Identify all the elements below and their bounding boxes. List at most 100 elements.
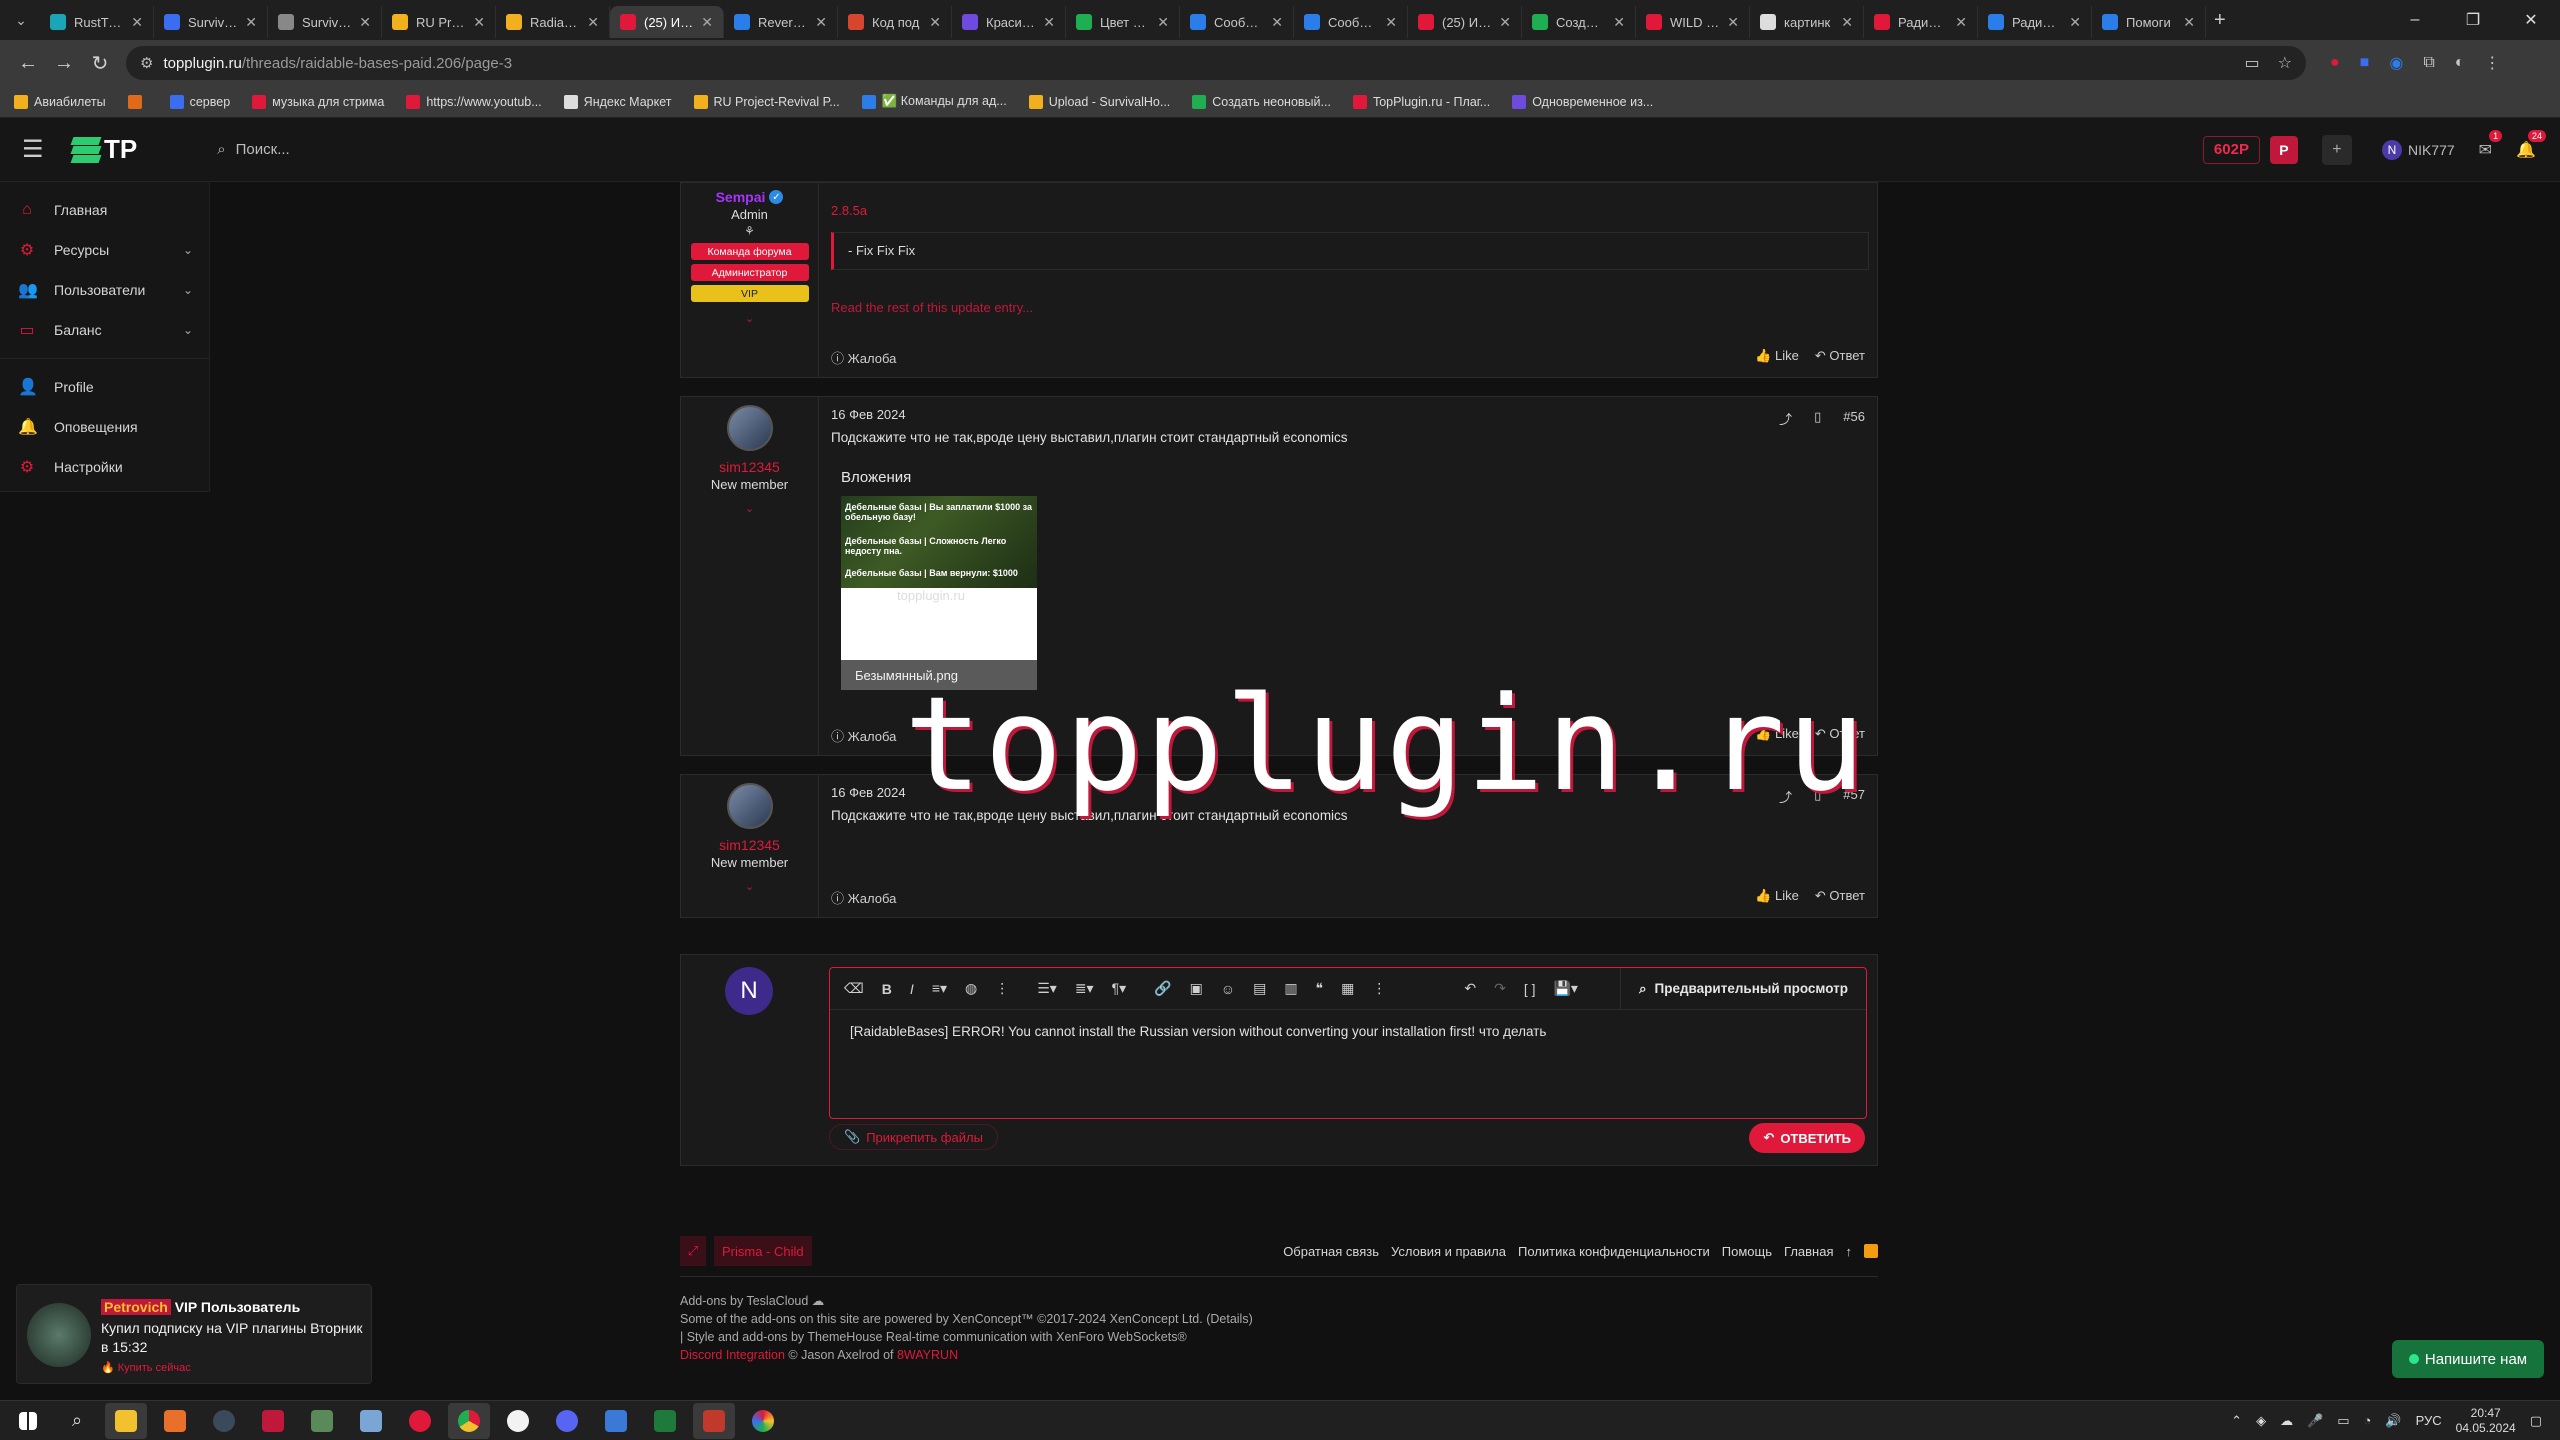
color-palette-icon[interactable]: ◍ (965, 980, 977, 997)
browser-tab[interactable]: Сообщен ✕ (1294, 6, 1408, 38)
browser-tab[interactable]: Радиаци ✕ (1978, 6, 2092, 38)
opera-icon[interactable] (399, 1403, 441, 1439)
remote-icon[interactable] (595, 1403, 637, 1439)
purchase-toast[interactable]: Petrovich VIP Пользователь Купил подписк… (16, 1284, 372, 1384)
report-button[interactable]: ⓘ Жалоба (831, 888, 896, 907)
mic-icon[interactable]: 🎤 (2307, 1413, 2323, 1429)
tab-close-icon[interactable]: ✕ (1385, 14, 1397, 31)
report-button[interactable]: ⓘ Жалоба (831, 726, 896, 745)
extension-icon[interactable]: ◉ (2389, 53, 2403, 73)
tab-close-icon[interactable]: ✕ (1727, 14, 1739, 31)
avatar[interactable] (726, 405, 773, 451)
new-tab-button[interactable]: + (2214, 9, 2226, 32)
restore-icon[interactable]: ❐ (2444, 0, 2502, 40)
tab-search-icon[interactable]: ⌄ (8, 7, 34, 33)
sidebar-item[interactable]: 👤 Profile (0, 367, 209, 407)
filezilla-icon[interactable] (252, 1403, 294, 1439)
browser-tab[interactable]: Помоги ✕ (2092, 6, 2206, 38)
browser-tab[interactable]: Radiation ✕ (496, 6, 610, 38)
extension-icon[interactable]: ● (2330, 54, 2340, 72)
explorer-icon[interactable] (105, 1402, 147, 1439)
browser-tab[interactable]: картинк ✕ (1750, 6, 1864, 38)
balance-badge[interactable]: 602P (2202, 135, 2260, 164)
image-icon[interactable]: ▣ (1190, 980, 1203, 997)
tab-close-icon[interactable]: ✕ (1157, 14, 1169, 31)
tab-close-icon[interactable]: ✕ (245, 14, 257, 31)
tab-close-icon[interactable]: ✕ (815, 14, 827, 31)
site-logo[interactable]: TP (70, 134, 137, 165)
style-chooser-icon[interactable]: ⤢ (680, 1236, 706, 1266)
bookmark-item[interactable]: Яндекс Маркет (563, 94, 672, 109)
chrome-icon[interactable] (448, 1402, 490, 1439)
user-expand-chevron-icon[interactable]: ⌄ (745, 502, 754, 515)
browser-tab[interactable]: Цвет #20 ✕ (1066, 6, 1180, 38)
bbcode-icon[interactable]: [ ] (1524, 981, 1536, 997)
list-icon[interactable]: ☰▾ (1037, 980, 1057, 997)
mail-icon[interactable]: ✉ 1 (2479, 129, 2503, 160)
points-button[interactable]: P (2269, 135, 2298, 164)
more-options-icon[interactable]: ⋮ (995, 980, 1009, 997)
footer-link[interactable]: Помощь (1722, 1244, 1772, 1259)
read-more-link[interactable]: Read the rest of this update entry... (831, 300, 1865, 315)
tab-close-icon[interactable]: ✕ (929, 14, 941, 31)
bookmark-item[interactable]: TopPlugin.ru - Плаг... (1352, 94, 1490, 109)
extension-icon[interactable]: ■ (2360, 54, 2370, 72)
tab-close-icon[interactable]: ✕ (473, 14, 485, 31)
tab-close-icon[interactable]: ✕ (1499, 14, 1511, 31)
tab-close-icon[interactable]: ✕ (1955, 14, 1967, 31)
forward-icon[interactable]: → (46, 45, 82, 81)
sublime-icon[interactable] (154, 1403, 196, 1439)
bold-icon[interactable]: B (882, 981, 892, 997)
tab-close-icon[interactable]: ✕ (1043, 14, 1055, 31)
bookmark-item[interactable]: Одновременное из... (1512, 94, 1653, 109)
footer-link[interactable]: Главная (1784, 1244, 1833, 1259)
puzzle-icon[interactable]: ⧉ (2423, 54, 2434, 72)
excel-icon[interactable] (644, 1403, 686, 1439)
site-info-icon[interactable]: ⚙ (140, 54, 153, 72)
back-icon[interactable]: ← (10, 45, 46, 81)
bookmark-item[interactable]: ✅ Команды для ад... (861, 94, 1007, 109)
footer-link[interactable]: Условия и правила (1391, 1244, 1506, 1259)
text-format-icon[interactable]: ≡▾ (932, 980, 947, 997)
app-icon[interactable] (301, 1403, 343, 1439)
browser-tab[interactable]: Reverso | ✕ (724, 6, 838, 38)
toast-buy-link[interactable]: 🔥 Купить сейчас (101, 1361, 191, 1374)
user-expand-chevron-icon[interactable]: ⌄ (745, 880, 754, 893)
notepad-icon[interactable] (350, 1403, 392, 1439)
report-button[interactable]: ⓘ Жалоба (831, 348, 896, 367)
bookmark-item[interactable]: RU Project-Revival P... (693, 94, 840, 109)
start-icon[interactable] (7, 1403, 49, 1439)
link-icon[interactable]: 🔗 (1154, 980, 1171, 997)
steam-icon[interactable] (203, 1403, 245, 1439)
table-icon[interactable]: ▦ (1341, 980, 1354, 997)
browser-tab[interactable]: Создать ✕ (1522, 6, 1636, 38)
attach-files-button[interactable]: 📎 Прикрепить файлы (829, 1124, 998, 1150)
browser-tab[interactable]: WILD RU ✕ (1636, 6, 1750, 38)
bookmark-item[interactable]: Создать неоновый... (1192, 94, 1331, 109)
user-menu[interactable]: N NIK777 (2381, 139, 2455, 160)
save-draft-icon[interactable]: 💾▾ (1553, 980, 1577, 997)
browser-tab[interactable]: RU Projec ✕ (382, 6, 496, 38)
preview-button[interactable]: ⌕ Предварительный просмотр (1619, 967, 1866, 1010)
submit-reply-button[interactable]: ↶ ОТВЕТИТЬ (1749, 1123, 1865, 1153)
post-author[interactable]: sim12345 (719, 459, 780, 475)
avatar[interactable] (726, 783, 773, 829)
paragraph-icon[interactable]: ¶▾ (1112, 980, 1127, 997)
footer-link[interactable]: Обратная связь (1283, 1244, 1379, 1259)
browser-tab[interactable]: RustTravi ✕ (40, 6, 154, 38)
eraser-icon[interactable]: ⌫ (844, 980, 864, 997)
bookmark-item[interactable]: сервер (169, 94, 230, 109)
bookmark-item[interactable]: https://www.youtub... (406, 94, 542, 109)
style-chooser[interactable]: Prisma - Child (714, 1236, 812, 1266)
tab-close-icon[interactable]: ✕ (1613, 14, 1625, 31)
reload-icon[interactable]: ↻ (82, 45, 118, 81)
post-date[interactable]: 16 Фев 2024 (831, 407, 1865, 422)
browser-tab[interactable]: (25) Иве ✕ (1408, 6, 1522, 38)
bookmark-star-icon[interactable]: ☆ (2278, 53, 2292, 73)
cloud-icon[interactable]: ☁ (2280, 1413, 2293, 1429)
scroll-top-icon[interactable]: ↑ (1846, 1244, 1853, 1259)
bookmark-icon[interactable]: ▯ (1814, 409, 1821, 428)
like-button[interactable]: 👍 Like (1755, 348, 1799, 367)
browser-tab[interactable]: Радиаци ✕ (1864, 6, 1978, 38)
browser-tab[interactable]: SurvivalH ✕ (154, 6, 268, 38)
